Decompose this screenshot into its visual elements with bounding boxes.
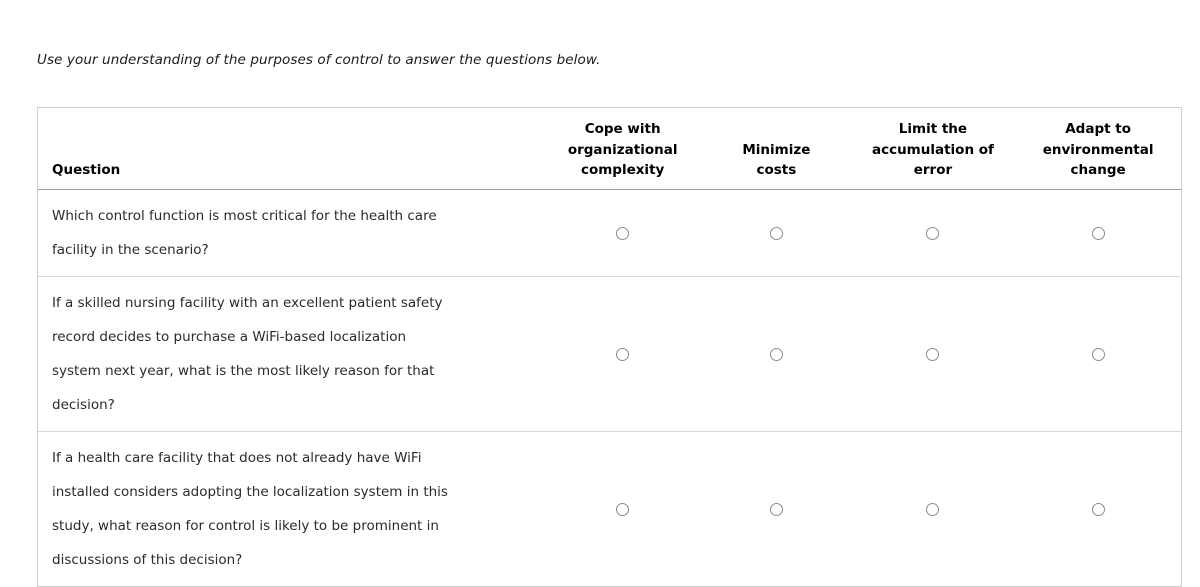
instruction-text: Use your understanding of the purposes o… bbox=[37, 52, 601, 68]
radio-q2-cope-with-organizational-complexity[interactable] bbox=[616, 348, 630, 361]
column-header-question: Question bbox=[38, 108, 544, 190]
column-header-line: Adapt to bbox=[1065, 121, 1131, 137]
cell-q1-limit-the-accumulation-of-error[interactable] bbox=[850, 189, 1016, 277]
question-matrix-page: Use your understanding of the purposes o… bbox=[0, 0, 1200, 587]
column-header-cope-with-organizational-complexity: Cope with organizational complexity bbox=[543, 108, 703, 190]
cell-q2-adapt-to-environmental-change[interactable] bbox=[1015, 276, 1181, 432]
cell-q1-cope-with-organizational-complexity[interactable] bbox=[543, 189, 703, 277]
question-line: If a health care facility that does not … bbox=[52, 449, 422, 466]
question-line: facility in the scenario? bbox=[52, 241, 209, 258]
column-header-line: organizational bbox=[567, 141, 678, 158]
question-text-3: If a health care facility that does not … bbox=[38, 431, 544, 586]
radio-q3-minimize-costs[interactable] bbox=[769, 503, 783, 516]
table-row: If a health care facility that does not … bbox=[38, 431, 1181, 586]
column-header-line: environmental bbox=[1042, 141, 1154, 158]
radio-q1-cope-with-organizational-complexity[interactable] bbox=[616, 227, 630, 240]
column-header-minimize-costs: Minimize costs bbox=[702, 108, 851, 190]
column-header-adapt-to-environmental-change: Adapt to environmental change bbox=[1015, 108, 1181, 190]
question-line: record decides to purchase a WiFi-based … bbox=[52, 328, 407, 345]
column-header-line: change bbox=[1070, 162, 1126, 178]
cell-q3-cope-with-organizational-complexity[interactable] bbox=[543, 431, 703, 586]
question-line: Which control function is most critical … bbox=[52, 207, 437, 224]
cell-q2-minimize-costs[interactable] bbox=[702, 276, 851, 432]
radio-q1-adapt-to-environmental-change[interactable] bbox=[1091, 227, 1105, 240]
column-header-line: error bbox=[913, 162, 953, 178]
question-text-1: Which control function is most critical … bbox=[38, 189, 544, 277]
column-header-line: Limit the bbox=[898, 121, 968, 137]
cell-q3-minimize-costs[interactable] bbox=[702, 431, 851, 586]
radio-q2-adapt-to-environmental-change[interactable] bbox=[1091, 348, 1105, 361]
radio-q2-minimize-costs[interactable] bbox=[769, 348, 783, 361]
cell-q1-minimize-costs[interactable] bbox=[702, 189, 851, 277]
radio-q2-limit-the-accumulation-of-error[interactable] bbox=[926, 348, 940, 361]
column-header-limit-the-accumulation-of-error: Limit the accumulation of error bbox=[850, 108, 1016, 190]
cell-q2-cope-with-organizational-complexity[interactable] bbox=[543, 276, 703, 432]
cell-q3-limit-the-accumulation-of-error[interactable] bbox=[850, 431, 1016, 586]
radio-q3-cope-with-organizational-complexity[interactable] bbox=[616, 503, 630, 516]
table-row: If a skilled nursing facility with an ex… bbox=[38, 276, 1181, 432]
question-line: If a skilled nursing facility with an ex… bbox=[52, 294, 443, 311]
question-line: system next year, what is the most likel… bbox=[52, 362, 435, 379]
column-header-line: accumulation of bbox=[871, 141, 994, 158]
cell-q2-limit-the-accumulation-of-error[interactable] bbox=[850, 276, 1016, 432]
table-header-row: Question Cope with organizational comple… bbox=[38, 108, 1181, 190]
question-line: decision? bbox=[52, 396, 115, 413]
table-row: Which control function is most critical … bbox=[38, 189, 1181, 277]
cell-q3-adapt-to-environmental-change[interactable] bbox=[1015, 431, 1181, 586]
radio-q3-limit-the-accumulation-of-error[interactable] bbox=[926, 503, 940, 516]
column-header-question-label: Question bbox=[52, 162, 121, 178]
column-header-line: Minimize bbox=[742, 141, 811, 158]
radio-q3-adapt-to-environmental-change[interactable] bbox=[1091, 503, 1105, 516]
column-header-line: costs bbox=[756, 162, 797, 178]
question-matrix-table: Question Cope with organizational comple… bbox=[37, 107, 1182, 587]
question-line: discussions of this decision? bbox=[52, 551, 243, 568]
cell-q1-adapt-to-environmental-change[interactable] bbox=[1015, 189, 1181, 277]
question-text-2: If a skilled nursing facility with an ex… bbox=[38, 276, 544, 432]
radio-q1-limit-the-accumulation-of-error[interactable] bbox=[926, 227, 940, 240]
radio-q1-minimize-costs[interactable] bbox=[769, 227, 783, 240]
question-line: installed considers adopting the localiz… bbox=[52, 483, 448, 500]
column-header-line: Cope with bbox=[584, 121, 661, 137]
column-header-line: complexity bbox=[580, 162, 665, 178]
